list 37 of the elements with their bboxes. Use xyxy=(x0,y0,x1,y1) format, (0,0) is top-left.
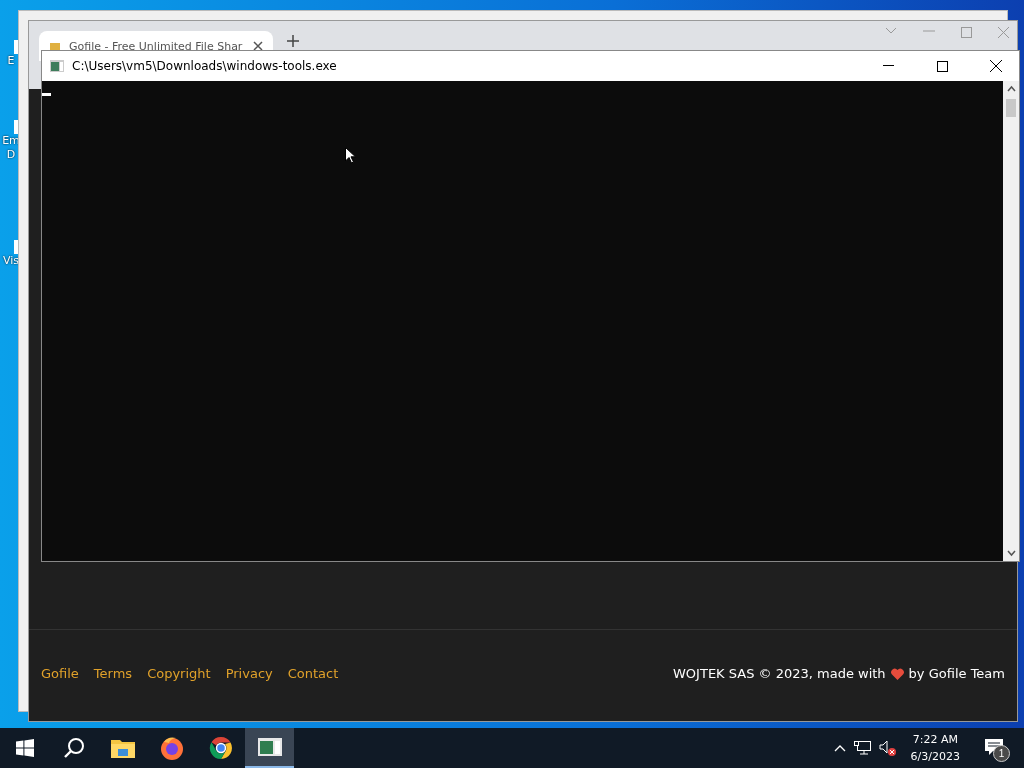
muted-speaker-icon[interactable] xyxy=(878,740,897,756)
window-title: C:\Users\vm5\Downloads\windows-tools.exe xyxy=(72,59,338,73)
notification-button[interactable]: 1 xyxy=(974,728,1014,768)
desktop-icon-label: D xyxy=(6,148,16,162)
chevron-up-icon[interactable] xyxy=(833,744,846,752)
credit-text: WOJTEK SAS © 2023, made with xyxy=(673,666,886,681)
close-icon[interactable] xyxy=(253,41,263,51)
text-cursor xyxy=(42,93,51,96)
folder-icon xyxy=(110,738,135,758)
chrome-icon xyxy=(208,736,233,760)
search-icon xyxy=(62,737,85,759)
mouse-pointer-icon xyxy=(345,147,356,164)
maximize-icon xyxy=(936,60,948,72)
footer-link[interactable]: Copyright xyxy=(147,666,211,681)
close-icon xyxy=(990,60,1002,72)
credit-text: by Gofile Team xyxy=(908,666,1005,681)
footer-link[interactable]: Privacy xyxy=(225,666,273,681)
footer-link[interactable]: Terms xyxy=(93,666,133,681)
desktop-icon-label: Em xyxy=(2,134,20,148)
windows-logo-icon xyxy=(15,739,34,757)
notification-count: 1 xyxy=(993,745,1010,762)
clock[interactable]: 7:22 AM 6/3/2023 xyxy=(904,731,966,765)
desktop-icon-label: Vis xyxy=(2,254,20,268)
footer-link[interactable]: Contact xyxy=(287,666,339,681)
console-app-icon xyxy=(50,60,64,72)
console-window-icon xyxy=(257,738,282,756)
network-icon[interactable] xyxy=(853,741,871,755)
scrollbar[interactable] xyxy=(1003,81,1019,561)
footer-link[interactable]: Gofile xyxy=(41,666,79,681)
desktop-icon-label: E xyxy=(7,54,15,68)
new-tab-icon[interactable] xyxy=(287,35,299,47)
taskbar-button[interactable] xyxy=(245,728,294,768)
firefox-icon xyxy=(159,736,184,760)
scrollbar-thumb[interactable] xyxy=(1006,99,1016,117)
tab-title: Gofile - Free Unlimited File Shar xyxy=(69,39,244,53)
minimize-icon xyxy=(882,65,894,67)
heart-icon xyxy=(890,667,904,680)
